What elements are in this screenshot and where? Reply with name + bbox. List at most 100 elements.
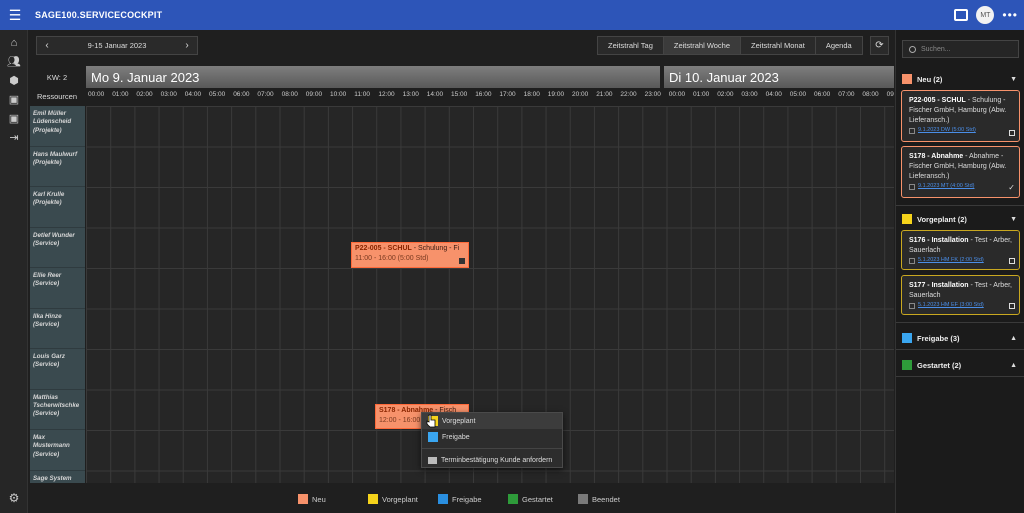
group-gestartet[interactable]: Gestartet (2) ▲ [902, 358, 1019, 372]
menu-item-vorgeplant[interactable]: Vorgeplant [422, 413, 562, 429]
hour-label: 21:00 [596, 91, 613, 98]
legend-swatch-icon [368, 494, 378, 504]
box-icon[interactable]: ⬢ [0, 71, 28, 90]
avatar[interactable]: MT [976, 6, 995, 24]
card-title: S177 - Installation [909, 282, 969, 289]
card-s178[interactable]: S178 - Abnahme - Abnahme - Fischer GmbH,… [901, 146, 1020, 198]
resource-name-line: Karl Krulle [33, 191, 65, 198]
day-header-monday: Mo 9. Januar 2023 [86, 66, 660, 88]
resource-row[interactable]: Max Mustermann (Service) [30, 430, 85, 471]
date-range-label[interactable]: 9-15 Januar 2023 [57, 41, 177, 50]
event-status-icon [459, 258, 465, 264]
refresh-icon[interactable]: ⟳ [870, 36, 889, 55]
resource-name-line: (Service) [33, 450, 60, 458]
group-label: Vorgeplant (2) [917, 214, 967, 224]
card-title: S178 - Abnahme [909, 153, 964, 160]
menu-item-freigabe[interactable]: Freigabe [422, 429, 562, 445]
event-p22-005[interactable]: P22-005 - SCHUL - Schulung - Fi 11:00 - … [351, 242, 469, 268]
chevron-up-icon[interactable]: ▲ [1010, 362, 1017, 369]
group-label: Neu (2) [917, 74, 943, 84]
resource-row[interactable]: Sage SystemAdministrator [30, 471, 85, 484]
resource-row[interactable]: Karl Krulle (Projekte) [30, 187, 85, 228]
next-week-button[interactable]: › [177, 36, 197, 55]
legend-label: Gestartet [522, 494, 553, 504]
hour-label: 06:00 [233, 91, 250, 98]
home-icon[interactable]: ⌂ [0, 33, 28, 52]
gear-icon[interactable]: ⚙ [0, 489, 28, 507]
resource-row[interactable]: Ilka Hinze (Service) [30, 309, 85, 349]
legend-swatch-icon [508, 494, 518, 504]
resource-name-line: Lüdenscheid [33, 118, 72, 126]
card-link-text: 5.1.2023 HM FK (2:00 Std) [918, 257, 984, 264]
exit-icon[interactable]: ⇥ [0, 128, 28, 147]
top-right-actions: MT ••• [954, 0, 1024, 30]
hand-cursor-icon [426, 414, 436, 428]
hamburger-menu-icon[interactable]: ☰ [0, 0, 30, 30]
more-icon[interactable]: ••• [1002, 8, 1018, 22]
resource-row[interactable]: Matthias Tscherwitschke (Service) [30, 390, 85, 430]
menu-divider [422, 448, 562, 449]
check-icon[interactable]: ✓ [1008, 182, 1015, 194]
hour-label: 04:00 [765, 91, 782, 98]
resource-name-line: Hans Maulwurf [33, 150, 78, 158]
left-nav: ⌂ 👥︎ ⬢ ▣ ▣ ⇥ ⚙ [0, 30, 28, 513]
search-input[interactable]: Suchen... [902, 40, 1019, 58]
menu-item-label: Freigabe [442, 433, 470, 441]
card-date-link[interactable]: 9.1.2023 DW (5:00 Std) [909, 127, 1012, 135]
status-legend: Neu Vorgeplant Freigabe Gestartet Beende… [86, 490, 894, 508]
event-title: P22-005 - SCHUL [355, 245, 412, 252]
card-date-link[interactable]: 5.1.2023 HM FK (2:00 Std) [909, 257, 1012, 265]
resource-name-line: Sage System [33, 474, 72, 482]
group-divider [896, 205, 1024, 206]
blue-swatch-icon [428, 432, 438, 442]
calendar-icon [909, 258, 915, 265]
card-checkbox[interactable] [1009, 130, 1015, 136]
menu-item-terminbestaetigung[interactable]: Terminbestätigung Kunde anfordern [422, 452, 562, 468]
resource-row[interactable]: Detlef Wunder (Service) [30, 228, 85, 268]
group-swatch-icon [902, 214, 912, 224]
card-checkbox[interactable] [1009, 303, 1015, 309]
resource-row[interactable]: Louis Garz (Service) [30, 349, 85, 390]
hour-label: 14:00 [426, 91, 444, 98]
resource-name-line: (Projekte) [33, 199, 62, 207]
tab-zeitstrahl-woche[interactable]: Zeitstrahl Woche [663, 37, 742, 54]
group-freigabe[interactable]: Freigabe (3) ▲ [902, 331, 1019, 345]
resource-row[interactable]: Hans Maulwurf (Projekte) [30, 147, 85, 187]
group-divider [896, 322, 1024, 323]
chat-icon[interactable] [954, 9, 969, 21]
resource-name-line: Ilka Hinze [33, 312, 62, 320]
group-neu[interactable]: Neu (2) ▼ [902, 72, 1019, 86]
chevron-down-icon[interactable]: ▼ [1010, 76, 1017, 83]
card-date-link[interactable]: 5.1.2023 HM EF (3:00 Std) [909, 302, 1012, 310]
resource-row[interactable]: Ellie Reer (Service) [30, 268, 85, 309]
group-vorgeplant[interactable]: Vorgeplant (2) ▼ [902, 212, 1019, 226]
resource-name-line: Louis Garz [33, 353, 65, 360]
tab-zeitstrahl-tag[interactable]: Zeitstrahl Tag [598, 37, 664, 54]
resource-row[interactable]: Emil Müller Lüdenscheid (Projekte) [30, 106, 85, 147]
doc-2-icon[interactable]: ▣ [0, 109, 28, 128]
tab-agenda[interactable]: Agenda [815, 37, 862, 54]
card-link-text: 9.1.2023 MT (4:00 Std) [918, 183, 975, 190]
hour-label: 04:00 [184, 91, 202, 98]
users-icon[interactable]: 👥︎ [0, 52, 28, 71]
chevron-down-icon[interactable]: ▼ [1010, 216, 1017, 223]
card-p22-005[interactable]: P22-005 - SCHUL - Schulung - Fischer Gmb… [901, 90, 1020, 142]
legend-beendet: Beendet [578, 494, 620, 504]
resource-name-line: (Projekte) [33, 126, 62, 134]
resource-name-line: Max [33, 434, 46, 441]
resource-name-line: (Service) [33, 239, 60, 247]
resource-name-line: (Service) [33, 361, 60, 369]
app-title: SAGE100.SERVICECOCKPIT [35, 10, 163, 20]
chevron-up-icon[interactable]: ▲ [1010, 335, 1017, 342]
tab-zeitstrahl-monat[interactable]: Zeitstrahl Monat [741, 37, 816, 54]
card-s176[interactable]: S176 - Installation - Test - Arber, Saue… [901, 230, 1020, 270]
hour-label: 12:00 [378, 91, 395, 98]
search-placeholder: Suchen... [921, 45, 951, 53]
card-date-link[interactable]: 9.1.2023 MT (4:00 Std) [909, 183, 1012, 191]
prev-week-button[interactable]: ‹ [37, 36, 57, 55]
card-checkbox[interactable] [1009, 258, 1015, 264]
doc-1-icon[interactable]: ▣ [0, 90, 28, 109]
group-swatch-icon [902, 333, 912, 343]
card-s177[interactable]: S177 - Installation - Test - Arber, Saue… [901, 275, 1020, 315]
hour-label: 07:00 [257, 91, 274, 98]
